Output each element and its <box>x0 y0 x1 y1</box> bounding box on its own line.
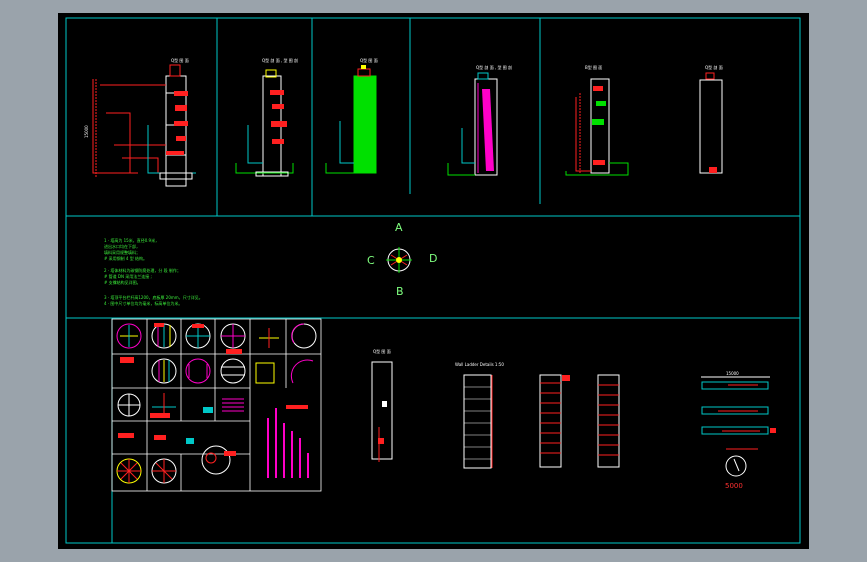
compass-label-c: C <box>367 254 375 267</box>
platform-plans: 15000 5000 <box>701 371 776 490</box>
svg-text:Q型 图 面: Q型 图 面 <box>360 57 378 63</box>
compass-label-d: D <box>429 252 437 265</box>
compass-rose: A B C D <box>367 221 437 298</box>
svg-text:1 · 塔高为 15米，直径0.9米，: 1 · 塔高为 15米，直径0.9米， <box>104 237 159 243</box>
svg-text:Q型 图 面: Q型 图 面 <box>373 348 391 354</box>
cad-drawing: Q型 图 面 15000 Q型 剖 面 , 型 图 剖 Q型 图 面 Q型 剖 … <box>65 17 801 544</box>
compass-label-b: B <box>396 285 404 298</box>
svg-text:# 管道 DN 采用法兰连接 ;: # 管道 DN 采用法兰连接 ; <box>104 273 152 279</box>
svg-text:Wall Ladder Details 1:50: Wall Ladder Details 1:50 <box>455 362 504 367</box>
svg-text:Q型 剖 面 , 型 图 剖: Q型 剖 面 , 型 图 剖 <box>476 64 512 70</box>
elevation-view-6: Q型 剖 面 <box>699 64 723 174</box>
scale-label: 5000 <box>725 482 743 490</box>
svg-text:Q型 图 面: Q型 图 面 <box>171 57 189 63</box>
compass-label-a: A <box>395 221 403 234</box>
svg-text:4 · 图中尺寸单位均为毫米，标高单位为米。: 4 · 图中尺寸单位均为毫米，标高单位为米。 <box>104 300 182 306</box>
cad-drawing-canvas[interactable]: Q型 图 面 15000 Q型 剖 面 , 型 图 剖 Q型 图 面 Q型 剖 … <box>58 13 809 549</box>
elevation-view-2: Q型 剖 面 , 型 图 剖 <box>235 57 298 177</box>
svg-text:Q型 剖 面 , 型 图 剖: Q型 剖 面 , 型 图 剖 <box>262 57 298 63</box>
svg-text:15000: 15000 <box>84 125 89 138</box>
svg-text:# 支撑结构见详图。: # 支撑结构见详图。 <box>104 279 141 285</box>
elevation-view-3: Q型 图 面 <box>325 57 378 174</box>
svg-text:2 · 塔体材料为碳钢防腐处理，分 段 制作；: 2 · 塔体材料为碳钢防腐处理，分 段 制作； <box>104 267 181 273</box>
svg-text:3 · 塔顶平台栏杆高1200，底板厚 20mm，尺寸详见。: 3 · 塔顶平台栏杆高1200，底板厚 20mm，尺寸详见。 <box>104 294 203 300</box>
elevation-view-1: Q型 图 面 15000 <box>84 57 196 187</box>
svg-text:进出水口均在下部，: 进出水口均在下部， <box>104 243 140 249</box>
svg-text:# 采用钢制 4 型 结构。: # 采用钢制 4 型 结构。 <box>104 255 147 261</box>
drawing-frame <box>65 17 801 544</box>
section-view-tower: Q型 图 面 <box>371 348 393 462</box>
ladder-elevations: Wall Ladder Details 1:50 <box>455 362 620 469</box>
svg-text:B型 图 面: B型 图 面 <box>585 64 602 70</box>
dimension-top-label: 15000 <box>726 371 739 376</box>
elevation-view-5: B型 图 面 <box>565 64 629 176</box>
elevation-view-4: Q型 剖 面 , 型 图 剖 <box>447 64 512 176</box>
general-notes: 1 · 塔高为 15米，直径0.9米， 进出水口均在下部， 填料采用规整填料； … <box>104 237 203 306</box>
svg-text:填料采用规整填料；: 填料采用规整填料； <box>104 249 140 255</box>
svg-text:Q型 剖 面: Q型 剖 面 <box>705 64 723 70</box>
